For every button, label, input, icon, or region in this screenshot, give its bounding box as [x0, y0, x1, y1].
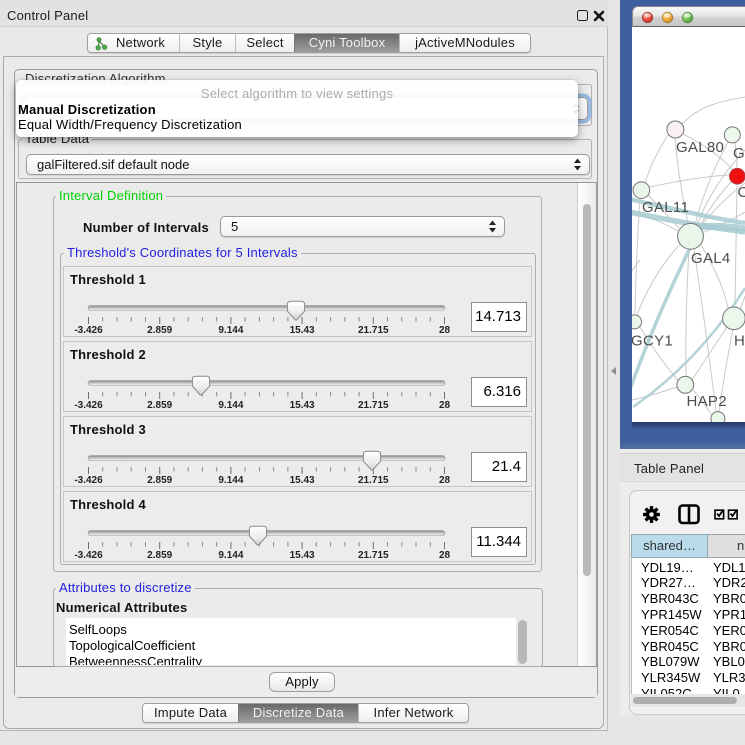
svg-text:15.43: 15.43 [290, 550, 315, 561]
svg-text:GAL4: GAL4 [691, 250, 731, 267]
svg-text:15.43: 15.43 [290, 325, 315, 336]
svg-text:2.859: 2.859 [147, 475, 172, 486]
svg-text:28: 28 [439, 400, 451, 411]
svg-text:HAP2: HAP2 [687, 393, 727, 410]
svg-text:21.715: 21.715 [358, 400, 389, 411]
svg-text:C: C [738, 184, 745, 201]
svg-text:28: 28 [439, 475, 451, 486]
svg-text:28: 28 [439, 550, 451, 561]
svg-text:-3.426: -3.426 [74, 400, 103, 411]
svg-text:H: H [734, 333, 745, 350]
svg-text:GAL11: GAL11 [642, 199, 689, 216]
svg-text:28: 28 [439, 325, 451, 336]
svg-text:9.144: 9.144 [218, 550, 243, 561]
svg-text:2.859: 2.859 [147, 400, 172, 411]
svg-text:2.859: 2.859 [147, 325, 172, 336]
svg-text:15.43: 15.43 [290, 475, 315, 486]
svg-text:G.: G. [733, 145, 745, 162]
svg-text:21.715: 21.715 [358, 475, 389, 486]
svg-text:21.715: 21.715 [358, 325, 389, 336]
svg-text:-3.426: -3.426 [74, 550, 103, 561]
svg-text:GAL80: GAL80 [676, 139, 724, 156]
svg-text:21.715: 21.715 [358, 550, 389, 561]
svg-text:GCY1: GCY1 [632, 333, 673, 350]
svg-text:9.144: 9.144 [218, 325, 243, 336]
svg-text:-3.426: -3.426 [74, 325, 103, 336]
svg-text:9.144: 9.144 [218, 400, 243, 411]
svg-text:2.859: 2.859 [147, 550, 172, 561]
svg-text:15.43: 15.43 [290, 400, 315, 411]
svg-text:-3.426: -3.426 [74, 475, 103, 486]
svg-text:9.144: 9.144 [218, 475, 243, 486]
